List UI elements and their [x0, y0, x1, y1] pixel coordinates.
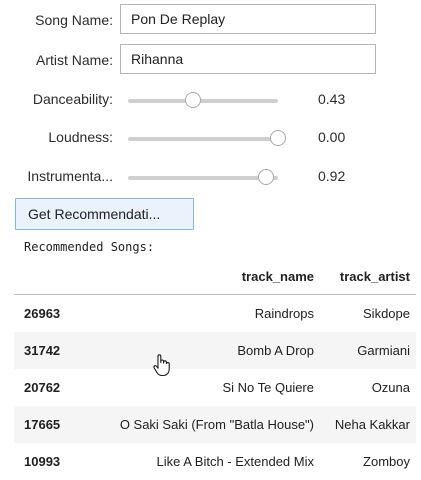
row-index: 17665: [14, 406, 78, 443]
row-index: 20762: [24, 380, 61, 395]
danceability-label: Danceability:: [32, 91, 113, 107]
track-artist-column-header: track_artist: [320, 258, 416, 295]
artist-name-input[interactable]: [120, 44, 376, 74]
track-artist-cell: Garmiani: [320, 332, 416, 369]
instrumentalness-label: Instrumenta...: [27, 168, 113, 184]
index-column-header: [14, 258, 78, 295]
danceability-slider-handle[interactable]: [184, 92, 201, 108]
recommendations-table: track_name track_artist 26963 Raindrops …: [14, 258, 416, 480]
loudness-slider-handle[interactable]: [270, 130, 286, 146]
track-name-cell: Bomb A Drop: [78, 332, 320, 369]
loudness-value: 0.00: [318, 129, 346, 145]
table-row: 26963 Raindrops Sikdope: [14, 295, 416, 333]
track-artist-cell: Zomboy: [363, 454, 410, 469]
row-index: 10993: [24, 454, 61, 469]
danceability-slider[interactable]: [128, 92, 278, 108]
table-header-row: track_name track_artist: [14, 258, 416, 295]
track-name-column-header: track_name: [78, 258, 320, 295]
instrumentalness-value: 0.92: [318, 168, 346, 184]
song-name-label: Song Name:: [35, 12, 113, 28]
track-artist-cell: Sikdope: [363, 306, 410, 321]
hand-pointer-icon: [153, 354, 170, 377]
track-name-cell: Raindrops: [254, 306, 314, 321]
get-recommendations-button[interactable]: Get Recommendati...: [15, 198, 194, 230]
loudness-slider[interactable]: [128, 130, 286, 146]
table-row: 20762 Si No Te Quiere Ozuna: [14, 369, 416, 406]
row-index: 26963: [24, 306, 61, 321]
song-name-input[interactable]: [120, 4, 376, 34]
instrumentalness-slider[interactable]: [128, 169, 278, 185]
danceability-value: 0.43: [318, 91, 346, 107]
table-row: 31742 Bomb A Drop Garmiani: [14, 332, 416, 369]
artist-name-label: Artist Name:: [35, 52, 113, 68]
track-name-cell: O Saki Saki (From "Batla House"): [78, 406, 320, 443]
track-name-cell: Si No Te Quiere: [222, 380, 314, 395]
loudness-label: Loudness:: [48, 129, 113, 145]
track-name-cell: Like A Bitch - Extended Mix: [156, 454, 314, 469]
table-row: 17665 O Saki Saki (From "Batla House") N…: [14, 406, 416, 443]
track-artist-cell: Ozuna: [371, 380, 410, 395]
recommended-songs-heading: Recommended Songs:: [24, 240, 155, 254]
instrumentalness-slider-handle[interactable]: [258, 169, 274, 185]
table-row: 10993 Like A Bitch - Extended Mix Zomboy: [14, 443, 416, 480]
row-index: 31742: [14, 332, 78, 369]
track-artist-cell: Neha Kakkar: [320, 406, 416, 443]
